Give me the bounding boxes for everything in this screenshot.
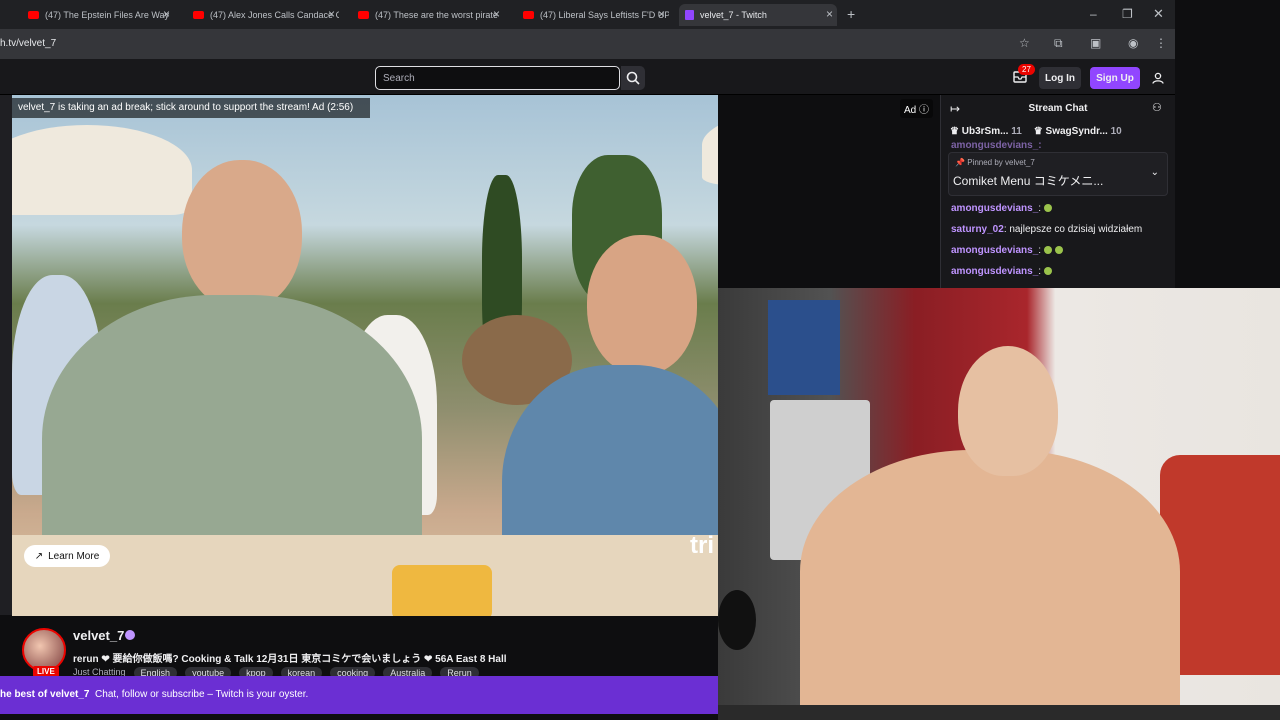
left-sidebar bbox=[0, 95, 12, 615]
bookmark-star-icon[interactable]: ☆ bbox=[1019, 36, 1030, 50]
chat-message: saturny_02: najlepsze co dzisiaj widział… bbox=[951, 224, 1143, 235]
pinned-by-label: Pinned by bbox=[967, 158, 1003, 167]
search-button[interactable] bbox=[621, 66, 645, 90]
chat-message: amongusdevians_: bbox=[951, 203, 1053, 214]
gifter-count: 10 bbox=[1110, 126, 1122, 137]
info-icon: ⓘ bbox=[919, 105, 930, 116]
person-head bbox=[958, 346, 1058, 476]
youtube-icon bbox=[358, 11, 369, 19]
emote-icon bbox=[1055, 246, 1064, 255]
desk-edge bbox=[718, 705, 1280, 720]
gifter-count: 11 bbox=[1011, 126, 1022, 137]
browser-tab-2[interactable]: (47) Alex Jones Calls Candace C × bbox=[187, 4, 339, 26]
gift-leaderboard: ♛ Ub3rSm... 11 ♛ SwagSyndr... 10 bbox=[950, 126, 1122, 137]
chat-text: najlepsze co dzisiaj widziałem bbox=[1009, 224, 1143, 235]
sidepanel-icon[interactable]: ▣ bbox=[1090, 36, 1101, 50]
tab-title: (47) The Epstein Files Are Way bbox=[45, 10, 170, 20]
chat-username[interactable]: amongusdevians_ bbox=[951, 245, 1038, 256]
browser-tab-1[interactable]: (47) The Epstein Files Are Way × bbox=[22, 4, 174, 26]
search-icon bbox=[626, 71, 640, 85]
minimize-icon[interactable]: – bbox=[1090, 7, 1097, 21]
crown-icon: ♛ bbox=[950, 126, 959, 137]
address-bar bbox=[0, 29, 1175, 59]
url-field[interactable]: h.tv/velvet_7 bbox=[0, 38, 56, 49]
emote-icon bbox=[1044, 204, 1053, 213]
umbrella-shape bbox=[12, 125, 192, 215]
stream-title: rerun ❤ 要給你做飯嗎? Cooking & Talk 12月31日 東京… bbox=[73, 654, 507, 665]
ad-break-banner: velvet_7 is taking an ad break; stick ar… bbox=[12, 98, 370, 118]
ad-label[interactable]: Ad ⓘ bbox=[900, 99, 934, 118]
promo-text: Chat, follow or subscribe – Twitch is yo… bbox=[95, 689, 309, 700]
ad-overlay-text: tri bbox=[690, 532, 714, 559]
tab-title: velvet_7 - Twitch bbox=[700, 10, 767, 20]
signup-button[interactable]: Sign Up bbox=[1090, 67, 1140, 89]
chat-header: Stream Chat bbox=[1028, 103, 1088, 114]
restore-icon[interactable]: ❐ bbox=[1122, 7, 1133, 21]
menu-icon[interactable]: ⋮ bbox=[1155, 36, 1167, 50]
tab-title: (47) Liberal Says Leftists F'D UP bbox=[540, 10, 669, 20]
inbox-count-badge: 27 bbox=[1018, 64, 1035, 75]
promo-bold-text: he best of velvet_7 bbox=[0, 689, 90, 700]
gifter-name: Ub3rSm... bbox=[961, 126, 1009, 137]
youtube-icon bbox=[28, 11, 39, 19]
browser-tab-4[interactable]: (47) Liberal Says Leftists F'D UP × bbox=[517, 4, 669, 26]
close-icon[interactable]: × bbox=[163, 7, 170, 21]
chevron-down-icon[interactable]: ⌄ bbox=[1151, 167, 1159, 178]
chat-username[interactable]: amongusdevians_ bbox=[951, 203, 1038, 214]
twitch-icon bbox=[685, 10, 694, 20]
external-link-icon: ↗ bbox=[34, 550, 44, 562]
tab-title: (47) Alex Jones Calls Candace C bbox=[210, 10, 339, 20]
learn-more-button[interactable]: ↗ Learn More bbox=[24, 545, 110, 567]
community-icon[interactable]: ⚇ bbox=[1152, 101, 1162, 114]
man-left-face bbox=[182, 160, 302, 310]
window-close-icon[interactable]: ✕ bbox=[1153, 6, 1164, 22]
close-icon[interactable]: × bbox=[328, 7, 335, 21]
gifter-name: SwagSyndr... bbox=[1045, 126, 1108, 137]
chat-username[interactable]: amongusdevians_ bbox=[951, 266, 1038, 277]
person-body bbox=[800, 450, 1180, 720]
man-right-face bbox=[587, 235, 697, 375]
profile-icon[interactable]: ◉ bbox=[1128, 36, 1138, 50]
video-player[interactable] bbox=[12, 95, 718, 616]
pinned-by-line: 📌 Pinned by velvet_7 bbox=[955, 158, 1035, 167]
ad-label-text: Ad bbox=[904, 105, 917, 116]
gifter-entry[interactable]: ♛ SwagSyndr... 10 bbox=[1034, 126, 1122, 137]
chat-message: amongusdevians_: bbox=[951, 266, 1053, 277]
login-button[interactable]: Log In bbox=[1039, 67, 1081, 89]
verified-icon bbox=[125, 630, 135, 640]
user-icon[interactable] bbox=[1152, 71, 1164, 89]
close-icon[interactable]: × bbox=[493, 7, 500, 21]
pin-icon: 📌 bbox=[955, 158, 965, 167]
gifter-entry[interactable]: ♛ Ub3rSm... 11 bbox=[950, 126, 1022, 137]
juice-glass bbox=[392, 565, 492, 616]
beer-box bbox=[768, 300, 840, 395]
channel-name[interactable]: velvet_7 bbox=[73, 628, 124, 643]
microphone bbox=[718, 590, 756, 650]
crown-icon: ♛ bbox=[1033, 126, 1043, 137]
chat-username[interactable]: saturny_02 bbox=[951, 224, 1004, 235]
youtube-icon bbox=[193, 11, 204, 19]
pinned-message[interactable]: 📌 Pinned by velvet_7 Comiket Menu コミケメニ.… bbox=[948, 152, 1168, 196]
pinned-by-user: velvet_7 bbox=[1005, 158, 1035, 167]
browser-tab-active[interactable]: velvet_7 - Twitch × bbox=[679, 4, 837, 26]
chat-message: amongusdevians_: bbox=[951, 245, 1064, 256]
extensions-icon[interactable]: ⧉ bbox=[1054, 36, 1063, 51]
emote-icon bbox=[1044, 267, 1053, 276]
table-shape bbox=[12, 535, 718, 616]
close-icon[interactable]: × bbox=[826, 7, 833, 21]
umbrella-shape bbox=[702, 105, 718, 185]
emote-icon bbox=[1044, 246, 1053, 255]
learn-more-label: Learn More bbox=[48, 550, 100, 562]
pinned-message-text: Comiket Menu コミケメニ... bbox=[953, 174, 1104, 188]
youtube-icon bbox=[523, 11, 534, 19]
search-input[interactable]: Search bbox=[375, 66, 620, 90]
new-tab-icon[interactable]: + bbox=[847, 6, 855, 22]
close-icon[interactable]: × bbox=[658, 7, 665, 21]
tab-title: (47) These are the worst pirate bbox=[375, 10, 498, 20]
browser-tab-3[interactable]: (47) These are the worst pirate × bbox=[352, 4, 504, 26]
chat-line-truncated: amongusdevians_: bbox=[951, 140, 1042, 151]
promo-bar: he best of velvet_7 Chat, follow or subs… bbox=[0, 676, 718, 714]
